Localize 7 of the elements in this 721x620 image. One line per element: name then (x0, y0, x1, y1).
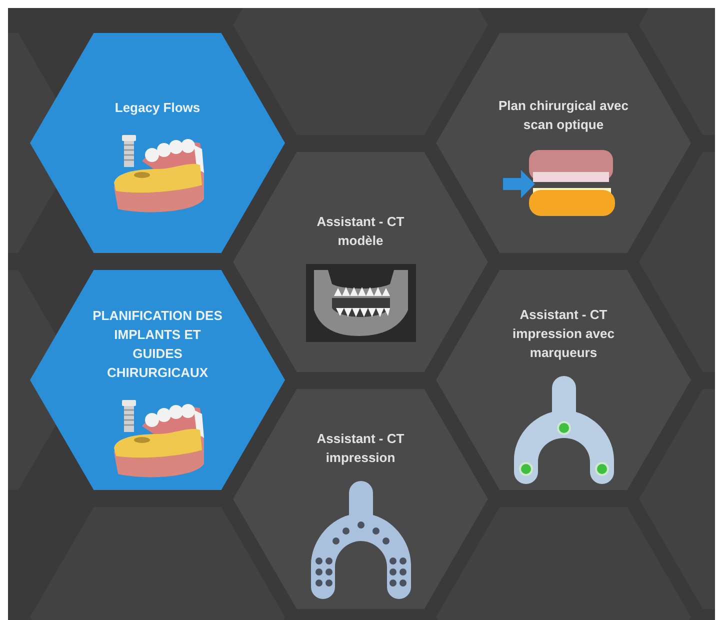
tile-title: Assistant - CT impression (316, 430, 406, 467)
tile-title: Legacy Flows (114, 98, 202, 116)
tile-title: Assistant - CT modèle (316, 213, 406, 250)
tile-title: Assistant - CT impression avec marqueurs (512, 306, 616, 362)
panoramic-xray-icon (306, 264, 416, 342)
tile-title: Plan chirurgical avec scan optique (498, 97, 630, 134)
tile-title: PLANIFICATION DES IMPLANTS ET GUIDES CHIRURGICAUX (92, 307, 224, 382)
